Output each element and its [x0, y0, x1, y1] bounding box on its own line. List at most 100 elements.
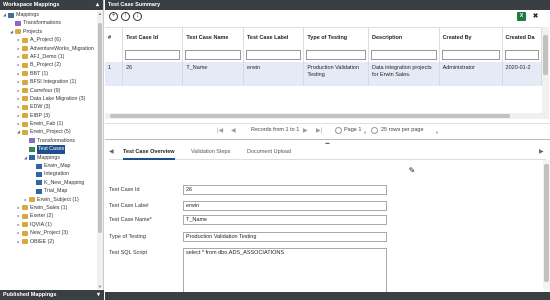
move-down-button[interactable]: ↓	[133, 12, 142, 21]
tree-toggle-icon[interactable]: ◢	[9, 28, 14, 36]
tree-toggle-icon[interactable]: ▸	[23, 196, 28, 204]
export-excel-icon[interactable]: X	[517, 12, 526, 21]
column-header[interactable]: Description	[368, 28, 440, 48]
form-input[interactable]: Production Validation Testing	[183, 232, 387, 242]
tree-toggle-icon[interactable]: ▸	[16, 78, 21, 86]
tree-toggle-icon[interactable]: ▸	[16, 45, 21, 53]
column-filter-input[interactable]	[245, 50, 302, 60]
tree-node[interactable]: Transformations	[0, 19, 97, 27]
collapse-chevron-icon[interactable]: ▴	[96, 0, 99, 10]
tree-toggle-icon[interactable]: ▸	[16, 61, 21, 69]
sql-script-textarea[interactable]: select * from dbo.ADS_ASSOCIATIONS	[183, 248, 387, 294]
tree-node[interactable]: ▸ Data Lake Migration (3)	[0, 95, 97, 103]
expand-chevron-icon[interactable]: ▾	[97, 290, 100, 300]
tree-node[interactable]: ▸ EDW (3)	[0, 103, 97, 111]
tab-test-case-overview[interactable]: Test Case Overview	[123, 149, 175, 160]
edit-pencil-icon[interactable]: ✎	[407, 166, 417, 176]
column-header[interactable]: Type of Testing	[303, 28, 369, 48]
tree-node[interactable]: ▸ A_Project (6)	[0, 36, 97, 44]
page-radio[interactable]	[335, 127, 342, 134]
tree-node[interactable]: ◢ Mappings	[0, 154, 97, 162]
column-header[interactable]: #	[105, 28, 124, 48]
tab-document-upload[interactable]: Document Upload	[247, 149, 291, 160]
tree-node[interactable]: ▸ AdventureWorks_Migration	[0, 45, 97, 53]
scroll-down-icon[interactable]: ▼	[97, 284, 103, 289]
tree-toggle-icon[interactable]: ▸	[16, 103, 21, 111]
grid-horizontal-thumb[interactable]	[110, 114, 510, 118]
tree-node[interactable]: ▸ Erwin_Subject (1)	[0, 196, 97, 204]
tree-node[interactable]: Test Cases	[0, 145, 97, 154]
tree-node[interactable]: ▸ Erwin_Sales (1)	[0, 204, 97, 212]
column-header[interactable]: Created Da	[502, 28, 542, 48]
tree-node[interactable]: ▸ OBIEE (2)	[0, 238, 97, 246]
detail-vertical-thumb[interactable]	[544, 164, 549, 282]
page-select[interactable]: Page 1	[344, 127, 361, 133]
column-header[interactable]: Test Case Name	[182, 28, 244, 48]
tree-toggle-icon[interactable]: ◢	[16, 128, 21, 136]
tree-node[interactable]: ▸ BFSI Integration (1)	[0, 78, 97, 86]
tree-toggle-icon[interactable]: ▸	[16, 112, 21, 120]
tree-node[interactable]: K_New_Mapping	[0, 179, 97, 187]
form-input[interactable]: erwin	[183, 201, 387, 211]
tree-node[interactable]: ◢ Mappings	[0, 11, 97, 19]
column-filter-input[interactable]	[125, 50, 181, 60]
next-page-icon[interactable]: ▶	[303, 127, 308, 134]
grid-vertical-scrollbar[interactable]	[542, 27, 549, 119]
tree-node[interactable]: ▸ B_Project (2)	[0, 61, 97, 69]
detail-vertical-scrollbar[interactable]	[543, 160, 550, 290]
form-input[interactable]: 26	[183, 185, 387, 195]
close-icon[interactable]: ✖	[531, 12, 540, 21]
last-page-icon[interactable]: ▶|	[316, 127, 322, 134]
column-filter-input[interactable]	[306, 50, 366, 60]
tree-toggle-icon[interactable]: ▸	[16, 204, 21, 212]
column-filter-input[interactable]	[371, 50, 437, 60]
rows-per-page-select[interactable]: 25 rows per page	[381, 127, 424, 133]
scroll-up-icon[interactable]: ▲	[97, 11, 103, 16]
prev-page-icon[interactable]: ◀	[231, 127, 236, 134]
tree-node[interactable]: ▸ Erwin_Fab (1)	[0, 120, 97, 128]
tree-node[interactable]: ▸ Carrefour (9)	[0, 87, 97, 95]
published-mappings-header[interactable]: Published Mappings ▾	[0, 290, 104, 300]
first-page-icon[interactable]: |◀	[217, 127, 223, 134]
table-row[interactable]: 1 26 T_Name erwin Production Validation Test…	[105, 62, 542, 86]
form-input[interactable]: T_Name	[183, 215, 387, 225]
grid-vertical-thumb[interactable]	[543, 35, 548, 75]
tree-scroll-thumb[interactable]	[98, 23, 102, 233]
column-header[interactable]: Test Case Label	[243, 28, 305, 48]
tree-toggle-icon[interactable]: ▸	[16, 36, 21, 44]
tree-toggle-icon[interactable]: ▸	[16, 53, 21, 61]
tree-node[interactable]: Trial_Map	[0, 187, 97, 195]
column-header[interactable]: Test Case Id	[122, 28, 184, 48]
add-button[interactable]: +	[109, 12, 118, 21]
tree-node[interactable]: ▸ Exeter (2)	[0, 212, 97, 220]
move-up-button[interactable]: ↑	[121, 12, 130, 21]
page-dropdown-icon[interactable]: ▼	[363, 130, 367, 135]
tree-node[interactable]: ▸ AFJ_Demo (1)	[0, 53, 97, 61]
column-filter-input[interactable]	[504, 50, 539, 60]
tree-node[interactable]: ◢ Projects	[0, 28, 97, 36]
column-filter-input[interactable]	[441, 50, 500, 60]
tree-toggle-icon[interactable]: ▸	[16, 229, 21, 237]
tree-node[interactable]: Erwin_Map	[0, 162, 97, 170]
tree-toggle-icon[interactable]: ▸	[16, 120, 21, 128]
tree-scrollbar[interactable]: ▲ ▼	[97, 11, 103, 289]
tree-node[interactable]: ◢ Erwin_Project (5)	[0, 128, 97, 136]
tabs-left-arrow-icon[interactable]: ◀	[109, 148, 114, 155]
tree-toggle-icon[interactable]: ▸	[16, 95, 21, 103]
tree-toggle-icon[interactable]: ▸	[16, 221, 21, 229]
tree-toggle-icon[interactable]: ▸	[16, 238, 21, 246]
tabs-right-arrow-icon[interactable]: ▶	[539, 148, 544, 155]
rows-dropdown-icon[interactable]: ▼	[435, 130, 439, 135]
grid-horizontal-scrollbar[interactable]	[105, 113, 542, 119]
tab-validation-steps[interactable]: Validation Steps	[191, 149, 230, 160]
tree-node[interactable]: ▸ BBT (1)	[0, 70, 97, 78]
panel-splitter[interactable]: ▬	[105, 139, 550, 145]
tree-toggle-icon[interactable]: ▸	[16, 87, 21, 95]
tree-node[interactable]: Integration	[0, 170, 97, 178]
column-filter-input[interactable]	[185, 50, 241, 60]
tree-node[interactable]: ▸ New_Project (3)	[0, 229, 97, 237]
tree-toggle-icon[interactable]: ▸	[16, 70, 21, 78]
rows-radio[interactable]	[371, 127, 378, 134]
tree-node[interactable]: ▸ IQVIA (1)	[0, 221, 97, 229]
tree-toggle-icon[interactable]: ◢	[23, 154, 28, 162]
